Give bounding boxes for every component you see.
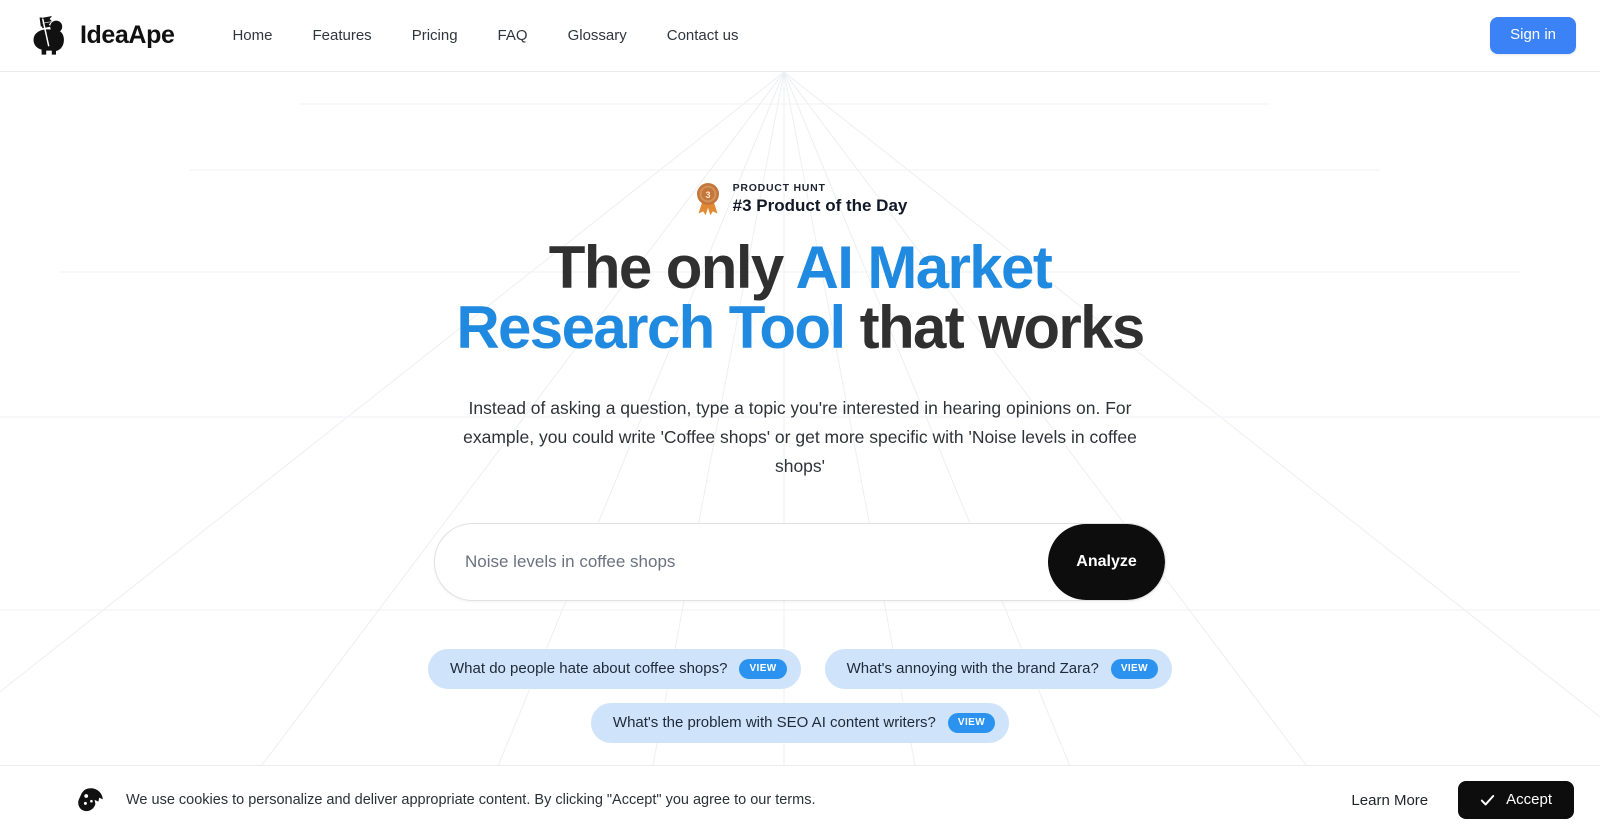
suggestion-chip-label: What's annoying with the brand Zara? [846,659,1099,677]
cookie-consent-banner: We use cookies to personalize and delive… [0,765,1600,834]
cookie-icon [78,787,104,813]
sign-in-button[interactable]: Sign in [1490,17,1576,54]
product-hunt-badge-text: PRODUCT HUNT #3 Product of the Day [733,182,908,216]
accept-cookies-button[interactable]: Accept [1458,780,1574,820]
page-title: The only AI Market Research Tool that wo… [420,238,1180,358]
product-hunt-badge[interactable]: 3 PRODUCT HUNT #3 Product of the Day [693,182,908,216]
learn-more-link[interactable]: Learn More [1351,792,1428,809]
nav-item-home[interactable]: Home [212,20,292,51]
suggestion-chip-label: What do people hate about coffee shops? [450,659,728,677]
product-hunt-kicker: PRODUCT HUNT [732,182,826,195]
analyze-button[interactable]: Analyze [1048,523,1165,600]
suggestion-chip[interactable]: What do people hate about coffee shops? … [428,648,801,689]
topic-search-bar: Analyze [434,522,1166,601]
nav-item-contact-us[interactable]: Contact us [647,20,759,51]
suggestion-chip-label: What's the problem with SEO AI content w… [612,713,936,731]
accept-cookies-label: Accept [1506,790,1552,808]
suggestion-view-badge[interactable]: VIEW [739,658,787,679]
search-input[interactable] [435,523,1087,600]
headline-part-1: The only [548,234,796,301]
ape-with-flag-icon [28,15,72,57]
cookie-message: We use cookies to personalize and delive… [126,791,816,808]
product-hunt-rank: #3 Product of the Day [732,196,908,216]
hero-section: 3 PRODUCT HUNT #3 Product of the Day The… [0,72,1600,743]
bronze-medal-icon: 3 [693,182,723,216]
nav-item-glossary[interactable]: Glossary [548,20,647,51]
svg-text:3: 3 [705,190,710,200]
suggestion-chip[interactable]: What's annoying with the brand Zara? VIE… [824,648,1172,689]
nav-item-pricing[interactable]: Pricing [392,20,478,51]
hero-subheadline: Instead of asking a question, type a top… [463,398,1137,476]
suggestion-chips-row-1: What do people hate about coffee shops? … [428,648,1172,689]
headline-part-2: that works [844,294,1146,361]
brand-name: IdeaApe [80,21,175,49]
nav-item-features[interactable]: Features [292,20,391,51]
suggestion-view-badge[interactable]: VIEW [947,712,996,733]
suggestion-chip[interactable]: What's the problem with SEO AI content w… [590,702,1010,743]
suggestion-view-badge[interactable]: VIEW [1110,658,1158,679]
primary-nav: Home Features Pricing FAQ Glossary Conta… [212,20,758,51]
brand-logo-link[interactable]: IdeaApe [28,15,175,57]
suggestion-chips-row-2: What's the problem with SEO AI content w… [590,702,1010,743]
check-icon [1480,793,1495,808]
site-header: IdeaApe Home Features Pricing FAQ Glossa… [0,0,1600,72]
nav-item-faq[interactable]: FAQ [478,20,548,51]
